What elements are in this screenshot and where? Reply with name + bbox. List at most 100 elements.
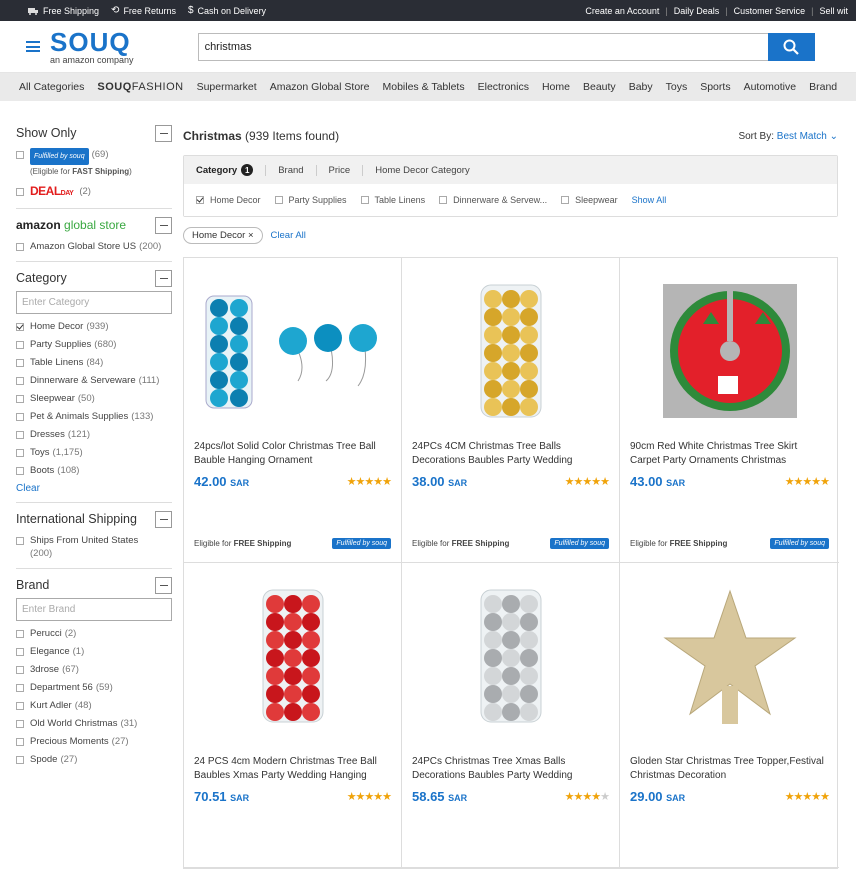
brand-option[interactable]: 3drose (67): [16, 663, 172, 676]
brand-option[interactable]: Elegance (1): [16, 645, 172, 658]
show-all-link[interactable]: Show All: [632, 195, 667, 205]
checkbox[interactable]: [360, 196, 369, 204]
product-title[interactable]: 24 PCS 4cm Modern Christmas Tree Ball Ba…: [194, 755, 391, 783]
product-card[interactable]: 24pcs/lot Solid Color Christmas Tree Bal…: [184, 258, 402, 563]
product-title[interactable]: 24PCs 4CM Christmas Tree Balls Decoratio…: [412, 440, 609, 468]
product-title[interactable]: 24pcs/lot Solid Color Christmas Tree Bal…: [194, 440, 391, 468]
product-title[interactable]: 24PCs Christmas Tree Xmas Balls Decorati…: [412, 755, 609, 783]
checkbox[interactable]: [16, 359, 24, 367]
collapse-icon[interactable]: [155, 124, 172, 142]
collapse-icon[interactable]: [155, 510, 172, 528]
nav-item[interactable]: Home: [542, 81, 570, 93]
checkbox[interactable]: [16, 431, 24, 439]
product-card[interactable]: 90cm Red White Christmas Tree Skirt Carp…: [620, 258, 839, 563]
tab-home-decor-category[interactable]: Home Decor Category: [375, 165, 482, 176]
tab-price[interactable]: Price: [329, 164, 364, 176]
checkbox[interactable]: [439, 196, 448, 204]
product-title[interactable]: Gloden Star Christmas Tree Topper,Festiv…: [630, 755, 829, 783]
product-image[interactable]: [194, 571, 391, 741]
brand-search-input[interactable]: Enter Brand: [16, 598, 172, 621]
deal-day-filter[interactable]: DEALDAY (2): [16, 185, 172, 200]
product-image[interactable]: [412, 571, 609, 741]
category-option[interactable]: Dinnerware & Serveware (111): [16, 374, 172, 387]
checkbox[interactable]: [196, 196, 204, 204]
checkbox[interactable]: [16, 537, 24, 545]
product-image[interactable]: [630, 266, 829, 436]
nav-item[interactable]: Automotive: [744, 81, 797, 93]
checkbox[interactable]: [16, 341, 24, 349]
brand-option[interactable]: Spode (27): [16, 753, 172, 766]
checkbox[interactable]: [16, 738, 24, 746]
create-account-link[interactable]: Create an Account: [585, 6, 659, 16]
tab-category[interactable]: Category 1: [196, 164, 265, 176]
collapse-icon[interactable]: [155, 269, 172, 287]
checkbox[interactable]: [16, 630, 24, 638]
checkbox[interactable]: [16, 188, 24, 196]
brand-option[interactable]: Kurt Adler (48): [16, 699, 172, 712]
nav-souq-fashion[interactable]: SOUQFASHION: [97, 81, 183, 93]
customer-service-link[interactable]: Customer Service: [734, 6, 806, 16]
brand-option[interactable]: Perucci (2): [16, 627, 172, 640]
menu-icon[interactable]: [26, 41, 40, 52]
checkbox[interactable]: [16, 720, 24, 728]
category-filter-option[interactable]: Sleepwear: [561, 195, 618, 205]
nav-item[interactable]: Brand: [809, 81, 837, 93]
collapse-icon[interactable]: [155, 216, 172, 234]
daily-deals-link[interactable]: Daily Deals: [674, 6, 720, 16]
category-option[interactable]: Dresses (121): [16, 428, 172, 441]
checkbox[interactable]: [16, 702, 24, 710]
nav-item[interactable]: Baby: [629, 81, 653, 93]
nav-item[interactable]: Mobiles & Tablets: [383, 81, 465, 93]
product-title[interactable]: 90cm Red White Christmas Tree Skirt Carp…: [630, 440, 829, 468]
category-filter-option[interactable]: Home Decor: [196, 195, 261, 205]
nav-item[interactable]: Toys: [666, 81, 688, 93]
category-option[interactable]: Boots (108): [16, 464, 172, 477]
checkbox[interactable]: [16, 395, 24, 403]
nav-item[interactable]: Beauty: [583, 81, 616, 93]
filter-option[interactable]: Ships From United States (200): [16, 534, 172, 560]
filter-option[interactable]: Amazon Global Store US (200): [16, 240, 172, 253]
checkbox[interactable]: [16, 377, 24, 385]
nav-item[interactable]: Sports: [700, 81, 730, 93]
clear-category-link[interactable]: Clear: [16, 483, 172, 494]
checkbox[interactable]: [16, 151, 24, 159]
brand-option[interactable]: Precious Moments (27): [16, 735, 172, 748]
product-card[interactable]: 24PCs 4CM Christmas Tree Balls Decoratio…: [402, 258, 620, 563]
checkbox[interactable]: [16, 323, 24, 331]
checkbox[interactable]: [16, 449, 24, 457]
active-filter-chip[interactable]: Home Decor ×: [183, 227, 263, 244]
checkbox[interactable]: [16, 684, 24, 692]
sort-dropdown[interactable]: Sort By: Best Match ⌄: [738, 131, 838, 142]
checkbox[interactable]: [16, 413, 24, 421]
product-card[interactable]: 24PCs Christmas Tree Xmas Balls Decorati…: [402, 563, 620, 868]
checkbox[interactable]: [16, 648, 24, 656]
collapse-icon[interactable]: [155, 576, 172, 594]
category-option[interactable]: Home Decor (939): [16, 320, 172, 333]
clear-all-link[interactable]: Clear All: [271, 230, 306, 241]
nav-item[interactable]: Electronics: [478, 81, 529, 93]
checkbox[interactable]: [16, 666, 24, 674]
category-filter-option[interactable]: Dinnerware & Servew...: [439, 195, 547, 205]
category-search-input[interactable]: Enter Category: [16, 291, 172, 314]
search-button[interactable]: [767, 32, 815, 61]
category-filter-option[interactable]: Party Supplies: [274, 195, 347, 205]
tab-brand[interactable]: Brand: [265, 164, 317, 176]
brand-option[interactable]: Department 56 (59): [16, 681, 172, 694]
category-option[interactable]: Table Linens (84): [16, 356, 172, 369]
product-image[interactable]: [630, 571, 829, 741]
product-image[interactable]: [194, 266, 391, 436]
nav-item[interactable]: Amazon Global Store: [270, 81, 370, 93]
brand-option[interactable]: Old World Christmas (31): [16, 717, 172, 730]
nav-all-categories[interactable]: All Categories: [19, 81, 84, 93]
nav-item[interactable]: Supermarket: [197, 81, 257, 93]
souq-logo[interactable]: SOUQ an amazon company: [50, 29, 134, 65]
product-card[interactable]: Gloden Star Christmas Tree Topper,Festiv…: [620, 563, 839, 868]
checkbox[interactable]: [561, 196, 570, 204]
category-option[interactable]: Pet & Animals Supplies (133): [16, 410, 172, 423]
fulfilled-filter[interactable]: Fulfilled by souq (69): [16, 148, 172, 165]
category-option[interactable]: Sleepwear (50): [16, 392, 172, 405]
category-option[interactable]: Party Supplies (680): [16, 338, 172, 351]
category-option[interactable]: Toys (1,175): [16, 446, 172, 459]
search-input[interactable]: [197, 32, 768, 61]
category-filter-option[interactable]: Table Linens: [360, 195, 425, 205]
